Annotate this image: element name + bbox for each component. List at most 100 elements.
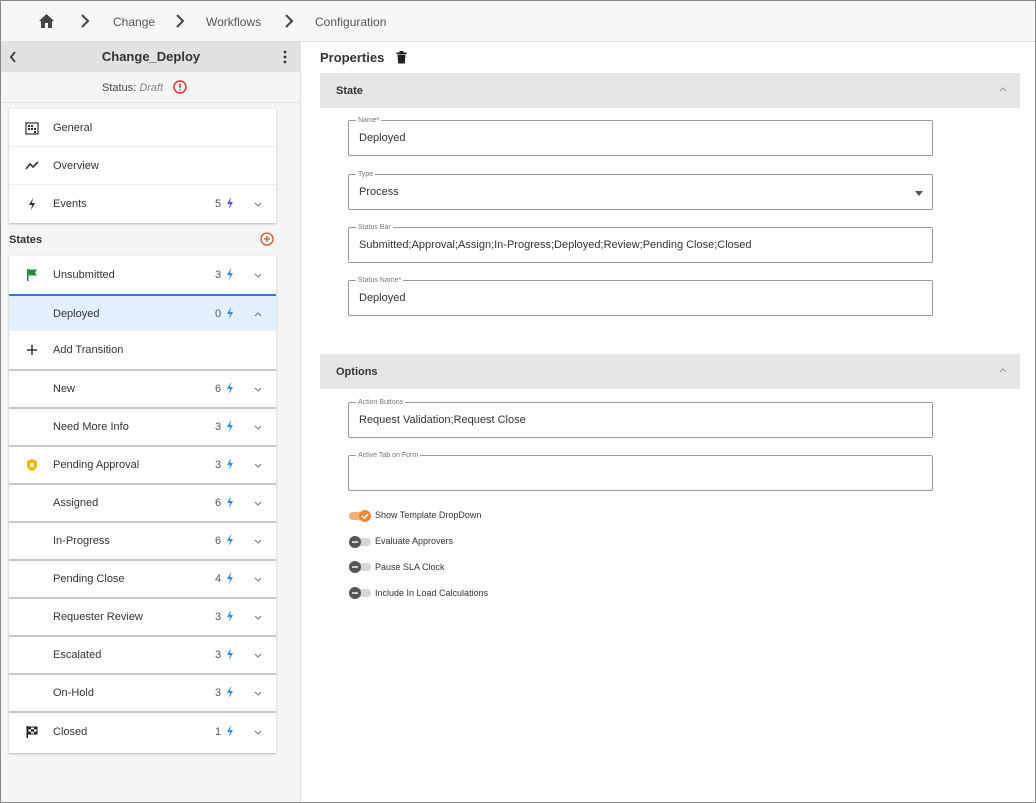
state-label: Deployed <box>53 308 100 320</box>
nav-item-label: Overview <box>53 160 99 172</box>
workflow-status: Status: Draft <box>1 72 301 103</box>
breadcrumb-workflows[interactable]: Workflows <box>206 15 261 29</box>
chevron-down-icon[interactable] <box>254 425 262 431</box>
toggle-off-switch[interactable] <box>348 560 373 574</box>
chevron-down-icon[interactable] <box>254 539 262 545</box>
trash-icon[interactable] <box>396 51 407 64</box>
chevron-up-icon[interactable] <box>254 311 262 317</box>
field-value: Request Validation;Request Close <box>359 414 526 426</box>
bolt-icon <box>227 496 233 508</box>
state-item-unsubmitted[interactable]: Unsubmitted 3 <box>9 256 276 294</box>
chevron-down-icon[interactable] <box>254 387 262 393</box>
toggle-on-switch[interactable] <box>348 509 373 523</box>
building-icon <box>25 122 39 135</box>
bolt-icon <box>227 648 233 660</box>
nav-item-general[interactable]: General <box>9 109 276 147</box>
state-item-closed[interactable]: Closed 1 <box>9 713 276 751</box>
bolt-icon <box>227 197 233 209</box>
chevron-down-icon[interactable] <box>254 202 262 208</box>
breadcrumb-change[interactable]: Change <box>113 15 155 29</box>
nav-item-label: General <box>53 122 93 134</box>
state-item-new[interactable]: New 6 <box>9 371 276 407</box>
type-select[interactable]: Type Process <box>348 170 933 210</box>
home-icon[interactable] <box>38 13 55 29</box>
chevron-down-icon[interactable] <box>254 501 262 507</box>
state-item-requester-review[interactable]: Requester Review 3 <box>9 599 276 635</box>
state-label: On-Hold <box>53 687 94 699</box>
transition-count: 4 <box>215 573 222 585</box>
chevron-down-icon[interactable] <box>254 615 262 621</box>
state-section-header[interactable]: State <box>320 73 1020 108</box>
states-card: Unsubmitted 3 Deployed 0 Add Transition … <box>9 256 276 753</box>
properties-title: Properties <box>320 50 385 65</box>
chevron-right-icon <box>176 14 185 28</box>
event-count: 5 <box>215 198 222 210</box>
state-label: Pending Close <box>53 573 125 585</box>
chevron-down-icon[interactable] <box>254 691 262 697</box>
action-buttons-field[interactable]: Action Buttons Request Validation;Reques… <box>348 398 933 438</box>
toggle-label: Include In Load Calculations <box>375 588 489 598</box>
active-tab-field[interactable]: Active Tab on Form <box>348 451 933 491</box>
toggle-label: Evaluate Approvers <box>375 536 454 546</box>
nav-item-overview[interactable]: Overview <box>9 147 276 185</box>
status-bar-field[interactable]: Status Bar Submitted;Approval;Assign;In-… <box>348 223 933 263</box>
state-item-pending-approval[interactable]: Pending Approval 3 <box>9 447 276 483</box>
bolt-icon <box>227 534 233 546</box>
toggle-off-switch[interactable] <box>348 535 373 549</box>
bolt-icon <box>227 268 233 280</box>
options-section-header[interactable]: Options <box>320 354 1020 389</box>
state-label: Unsubmitted <box>53 269 115 281</box>
transition-count: 3 <box>215 459 222 471</box>
state-item-deployed[interactable]: Deployed 0 <box>9 294 276 331</box>
states-heading: States <box>9 234 43 246</box>
state-label: Assigned <box>53 497 99 509</box>
transition-count: 6 <box>215 535 222 547</box>
bolt-icon <box>227 382 233 394</box>
state-item-need-more-info[interactable]: Need More Info 3 <box>9 409 276 445</box>
field-label: Type <box>356 170 376 179</box>
toggle-label: Show Template DropDown <box>375 510 482 520</box>
field-label: Status Bar <box>356 223 393 232</box>
bolt-icon <box>227 572 233 584</box>
add-circle-icon[interactable] <box>260 232 274 246</box>
status-name-field[interactable]: Status Name* Deployed <box>348 276 933 316</box>
transition-count: 3 <box>215 687 222 699</box>
chevron-down-icon[interactable] <box>254 577 262 583</box>
approval-badge-icon <box>27 459 37 471</box>
state-item-on-hold[interactable]: On-Hold 3 <box>9 675 276 711</box>
toggle-off-switch[interactable] <box>348 586 373 600</box>
nav-item-events[interactable]: Events 5 <box>9 185 276 223</box>
state-label: Pending Approval <box>53 459 140 471</box>
field-value: Process <box>359 186 399 198</box>
transition-count: 6 <box>215 383 222 395</box>
field-value: Submitted;Approval;Assign;In-Progress;De… <box>359 239 752 251</box>
chevron-down-icon[interactable] <box>254 273 262 279</box>
add-transition-button[interactable]: Add Transition <box>9 331 276 369</box>
general-card: General Overview Events 5 <box>9 109 276 223</box>
state-item-in-progress[interactable]: In-Progress 6 <box>9 523 276 559</box>
state-label: Requester Review <box>53 611 143 623</box>
state-label: In-Progress <box>53 535 110 547</box>
chevron-down-icon[interactable] <box>254 653 262 659</box>
chevron-down-icon[interactable] <box>254 463 262 469</box>
state-item-pending-close[interactable]: Pending Close 4 <box>9 561 276 597</box>
state-item-assigned[interactable]: Assigned 6 <box>9 485 276 521</box>
warning-icon[interactable] <box>173 80 187 94</box>
plus-icon <box>27 345 37 355</box>
field-label: Status Name* <box>356 276 404 285</box>
chevron-up-icon <box>999 87 1007 92</box>
field-label: Active Tab on Form <box>356 451 421 460</box>
bolt-icon <box>227 420 233 432</box>
name-field[interactable]: Name* Deployed <box>348 116 933 156</box>
workflow-sidebar: Change_Deploy Status: Draft General Over… <box>1 42 301 802</box>
chevron-down-icon[interactable] <box>254 730 262 736</box>
checkered-flag-icon <box>26 726 38 738</box>
trend-line-icon <box>25 161 39 170</box>
field-label: Action Buttons <box>356 398 406 407</box>
transition-count: 3 <box>215 649 222 661</box>
state-item-escalated[interactable]: Escalated 3 <box>9 637 276 673</box>
nav-item-label: Events <box>53 198 87 210</box>
breadcrumb-configuration: Configuration <box>315 15 387 29</box>
more-vert-icon[interactable] <box>281 50 289 64</box>
bolt-icon <box>227 686 233 698</box>
